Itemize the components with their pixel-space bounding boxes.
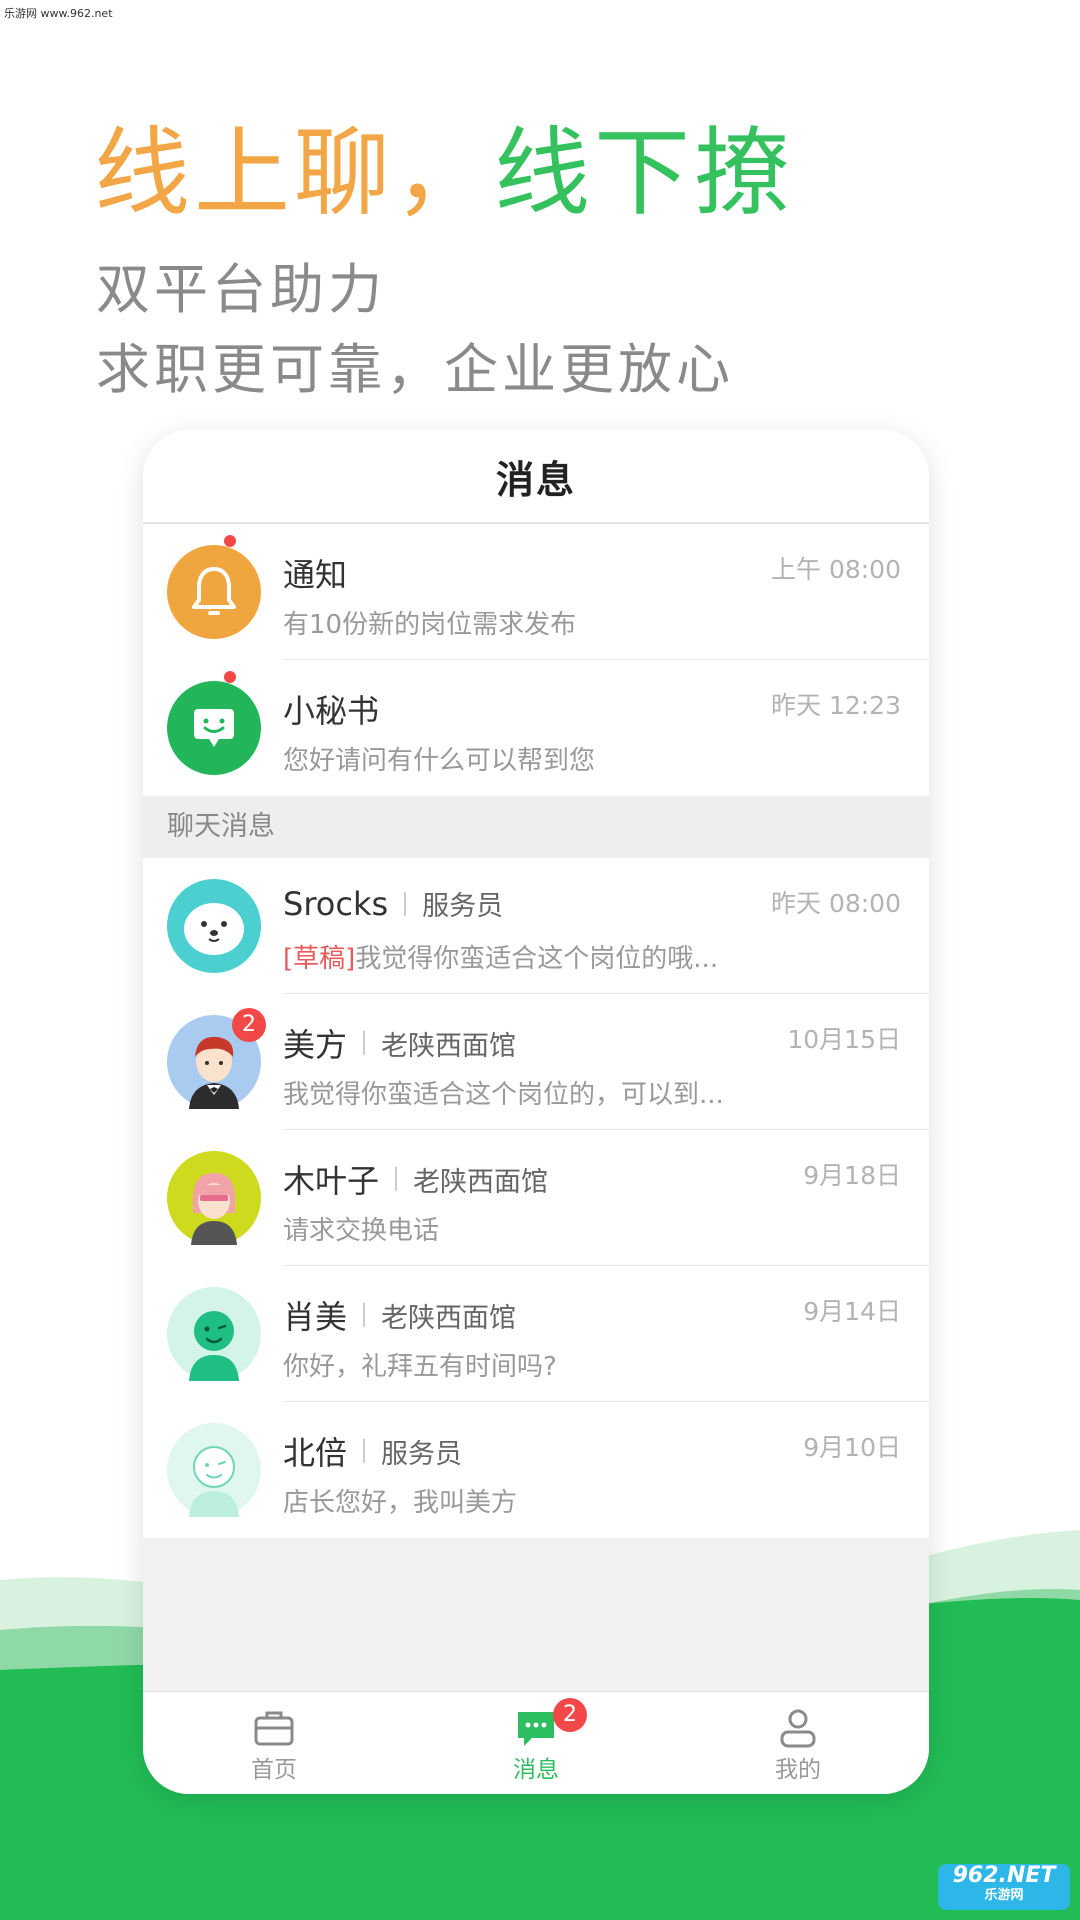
phone-mockup: 消息 通知 上午 08:00 有10份新的岗位需求发布 小秘书 昨天 12:23 bbox=[143, 430, 929, 1794]
list-item-notification[interactable]: 通知 上午 08:00 有10份新的岗位需求发布 bbox=[143, 524, 929, 660]
message-icon bbox=[518, 1712, 554, 1746]
chat-time: 9月10日 bbox=[803, 1433, 901, 1462]
chat-row[interactable]: 2 美方 老陕西面馆 10月15日 我觉得你蛮适合这个岗位的，可以到... bbox=[143, 994, 929, 1130]
unread-dot bbox=[224, 671, 236, 683]
chat-row[interactable]: 木叶子 老陕西面馆 9月18日 请求交换电话 bbox=[143, 1130, 929, 1266]
user-icon bbox=[780, 1709, 816, 1748]
light-person-avatar bbox=[167, 1423, 261, 1517]
chat-name: Srocks 服务员 bbox=[283, 884, 504, 923]
unread-dot bbox=[224, 535, 236, 547]
chat-preview: 我觉得你蛮适合这个岗位的，可以到... bbox=[283, 1080, 724, 1110]
chat-row[interactable]: 肖美 老陕西面馆 9月14日 你好，礼拜五有时间吗? bbox=[143, 1266, 929, 1402]
item-time: 昨天 12:23 bbox=[771, 691, 901, 720]
tab-unread-badge: 2 bbox=[553, 1698, 587, 1732]
unread-badge: 2 bbox=[232, 1008, 266, 1042]
page-title: 消息 bbox=[495, 457, 576, 502]
hero-title-part2: 线下撩 bbox=[494, 117, 794, 229]
chat-preview: 店长您好，我叫美方 bbox=[283, 1488, 518, 1518]
chat-preview: [草稿]我觉得你蛮适合这个岗位的哦... bbox=[283, 944, 719, 974]
chat-name: 肖美 老陕西面馆 bbox=[283, 1298, 517, 1336]
seal-avatar bbox=[167, 879, 261, 973]
chat-row[interactable]: 北倍 服务员 9月10日 店长您好，我叫美方 bbox=[143, 1402, 929, 1538]
item-preview: 有10份新的岗位需求发布 bbox=[283, 610, 577, 640]
chat-name: 美方 老陕西面馆 bbox=[283, 1026, 517, 1064]
hero-subtitle-line2: 求职更可靠，企业更放心 bbox=[96, 338, 734, 401]
chat-time: 昨天 08:00 bbox=[771, 889, 901, 918]
chat-name: 北倍 服务员 bbox=[283, 1434, 463, 1472]
site-logo: 962.NET 乐游网 bbox=[938, 1864, 1070, 1910]
tab-messages[interactable]: 消息 bbox=[405, 1692, 667, 1794]
girl-avatar bbox=[167, 1151, 261, 1245]
item-name: 通知 bbox=[283, 556, 348, 594]
chat-name: 木叶子 老陕西面馆 bbox=[283, 1162, 549, 1200]
chat-preview: 请求交换电话 bbox=[283, 1216, 440, 1246]
hero-subtitle: 双平台助力 求职更可靠，企业更放心 bbox=[96, 250, 734, 410]
chat-time: 10月15日 bbox=[787, 1025, 901, 1054]
bell-icon bbox=[167, 545, 261, 639]
list-item-assistant[interactable]: 小秘书 昨天 12:23 您好请问有什么可以帮到您 bbox=[143, 660, 929, 796]
app-header: 消息 bbox=[143, 430, 929, 524]
draft-tag: [草稿] bbox=[283, 944, 356, 974]
hero-title: 线上聊，线下撩 bbox=[94, 118, 794, 228]
tab-label: 消息 bbox=[513, 1757, 559, 1783]
tab-label: 我的 bbox=[775, 1757, 821, 1783]
hero-subtitle-line1: 双平台助力 bbox=[96, 258, 386, 321]
watermark-text: 乐游网 www.962.net bbox=[4, 7, 113, 20]
item-name: 小秘书 bbox=[283, 692, 380, 730]
chat-time: 9月18日 bbox=[803, 1161, 901, 1190]
chat-preview: 你好，礼拜五有时间吗? bbox=[283, 1352, 557, 1382]
bottom-tab-bar: 首页 消息 我的 2 bbox=[143, 1691, 929, 1794]
green-person-avatar bbox=[167, 1287, 261, 1381]
tab-label: 首页 bbox=[251, 1757, 297, 1783]
tab-home[interactable]: 首页 bbox=[143, 1692, 405, 1794]
hero-title-part1: 线上聊， bbox=[94, 117, 494, 229]
item-time: 上午 08:00 bbox=[771, 555, 901, 584]
item-preview: 您好请问有什么可以帮到您 bbox=[283, 746, 596, 776]
chat-row[interactable]: Srocks 服务员 昨天 08:00 [草稿]我觉得你蛮适合这个岗位的哦... bbox=[143, 858, 929, 994]
chat-bubble-icon bbox=[167, 681, 261, 775]
tab-profile[interactable]: 我的 bbox=[667, 1692, 929, 1794]
section-label: 聊天消息 bbox=[143, 796, 929, 858]
chat-time: 9月14日 bbox=[803, 1297, 901, 1326]
briefcase-icon bbox=[254, 1711, 294, 1746]
